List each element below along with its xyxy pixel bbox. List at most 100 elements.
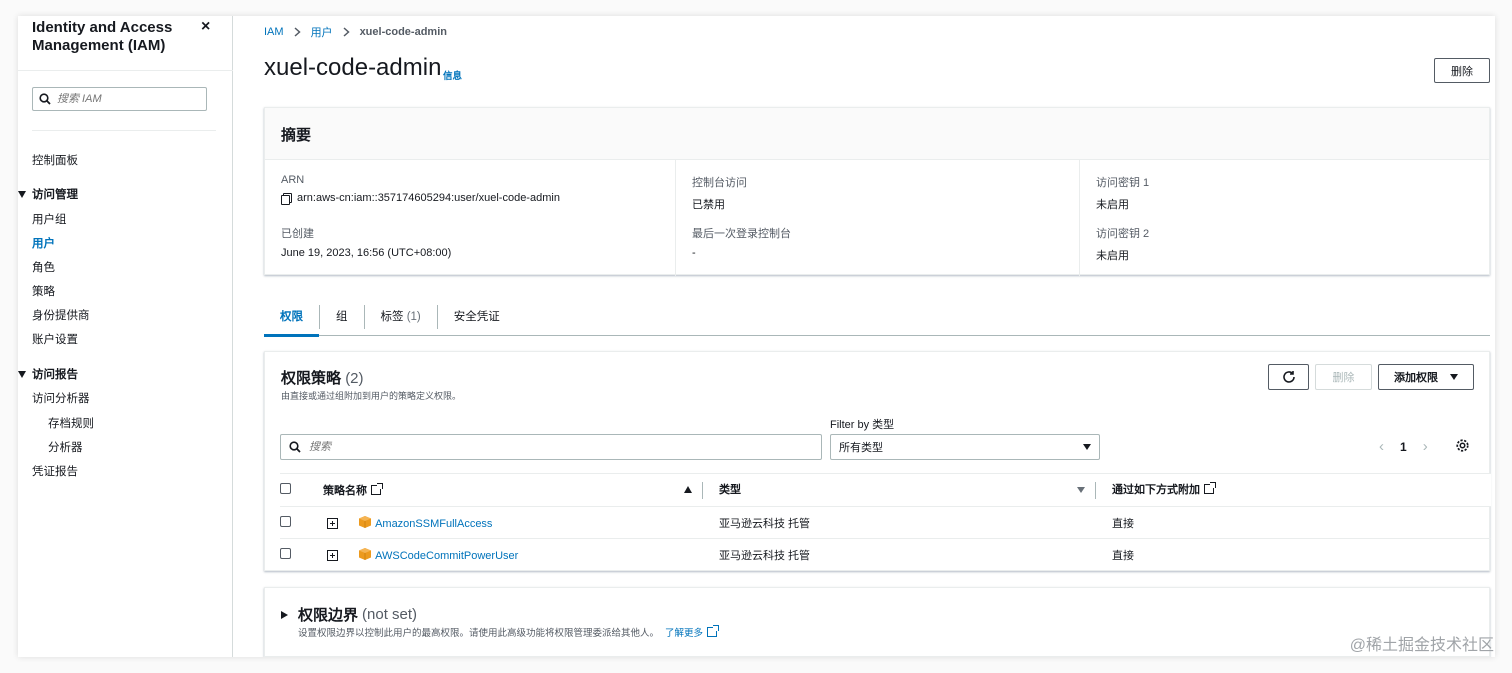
created-label: 已创建 [281,228,314,240]
aws-managed-policy-icon [359,547,372,560]
caret-down-icon [1083,444,1091,450]
learn-more-link[interactable]: 了解更多 [665,625,720,639]
summary-title: 摘要 [265,108,1489,160]
policy-name-cell: AWSCodeCommitPowerUser [323,538,702,571]
expand-icon[interactable] [327,518,338,530]
select-all-checkbox[interactable] [280,483,291,494]
policy-search-input[interactable] [309,441,809,453]
pagination: ‹ 1 › [1379,438,1428,455]
tab-label: 权限 [280,310,303,323]
add-permissions-button[interactable]: 添加权限 [1378,364,1474,390]
policies-subtitle: 由直接或通过组附加到用户的策略定义权限。 [281,391,462,401]
sidebar-item-roles[interactable]: 角色 [32,259,55,275]
tab-groups[interactable]: 组 [319,304,364,329]
delete-user-button[interactable]: 删除 [1434,58,1490,83]
sidebar-item-account-settings[interactable]: 账户设置 [32,331,78,347]
permissions-boundary-panel: 权限边界 (not set) 设置权限边界以控制此用户的最高权限。请使用此高级功… [264,587,1490,657]
breadcrumb-iam[interactable]: IAM [264,26,284,38]
sidebar-item-policies[interactable]: 策略 [32,283,55,299]
breadcrumb: IAM 用户 xuel-code-admin [264,24,447,40]
filter-label: Filter by 类型 [830,419,895,431]
type-filter-value: 所有类型 [839,442,883,454]
sidebar-item-user-groups[interactable]: 用户组 [32,211,67,227]
summary-column-3: 访问密钥 1 未启用 访问密钥 2 未启用 [1079,160,1489,276]
sidebar-section-access-management[interactable]: 访问管理 [18,186,78,202]
summary-column-2: 控制台访问 已禁用 最后一次登录控制台 - [675,160,1079,276]
tab-label: 标签 [380,310,404,323]
remove-policy-button[interactable]: 删除 [1315,364,1372,390]
table-row[interactable]: AWSCodeCommitPowerUser 亚马逊云科技 托管 直接 [280,538,1491,571]
sort-icon[interactable] [1077,487,1085,493]
refresh-icon [1282,371,1295,383]
sidebar-item-archive-rules[interactable]: 存档规则 [48,415,94,431]
policy-name-link[interactable]: AWSCodeCommitPowerUser [375,550,518,562]
sidebar-search-input[interactable] [57,93,197,105]
caret-down-icon [1450,374,1458,380]
section-label: 访问管理 [32,189,78,201]
sidebar-item-dashboard[interactable]: 控制面板 [32,152,78,168]
permissions-policies-panel: 权限策略 (2) 由直接或通过组附加到用户的策略定义权限。 删除 添加权限 Fi… [264,351,1491,571]
table-row[interactable]: AmazonSSMFullAccess 亚马逊云科技 托管 直接 [280,506,1491,539]
current-page[interactable]: 1 [1400,440,1407,454]
sidebar-item-credential-report[interactable]: 凭证报告 [32,463,78,479]
tab-tags[interactable]: 标签 (1) [363,304,437,329]
copy-icon[interactable] [281,192,292,205]
sort-ascending-icon[interactable] [684,486,692,493]
column-policy-name[interactable]: 策略名称 [323,473,702,507]
policies-title-text: 权限策略 [281,370,342,387]
prev-page-icon[interactable]: ‹ [1379,438,1384,455]
column-type[interactable]: 类型 [702,473,1095,507]
close-icon[interactable]: × [201,18,210,36]
tab-label: 安全凭证 [453,310,500,323]
sidebar-title: Identity and Access Management (IAM) [32,19,173,54]
row-checkbox[interactable] [280,515,291,527]
row-select-cell [280,506,323,539]
chevron-right-icon [294,27,301,37]
aws-managed-policy-icon [359,515,372,528]
tab-bar: 权限 组 标签 (1) 安全凭证 [264,298,1490,337]
sidebar-section-access-reports[interactable]: 访问报告 [18,366,78,382]
next-page-icon[interactable]: › [1423,438,1428,455]
app-window: Identity and Access Management (IAM) × 控… [18,16,1495,657]
column-type-header: 类型 [702,481,1095,499]
sidebar-item-analyzers[interactable]: 分析器 [48,439,83,455]
row-select-cell [280,538,323,571]
info-link[interactable]: 信息 [443,68,462,82]
policy-type: 亚马逊云科技 托管 [702,538,1095,571]
section-label: 访问报告 [32,369,78,381]
tab-permissions[interactable]: 权限 [264,305,319,337]
caret-down-icon [18,371,26,379]
gear-icon[interactable] [1455,438,1470,453]
sidebar-item-identity-providers[interactable]: 身份提供商 [32,307,90,323]
caret-right-icon [281,610,288,619]
boundary-status: (not set) [362,606,418,623]
policy-name-link[interactable]: AmazonSSMFullAccess [375,518,492,530]
main-content: IAM 用户 xuel-code-admin xuel-code-admin 信… [234,16,1495,657]
search-icon [289,441,301,453]
tab-security-credentials[interactable]: 安全凭证 [436,304,516,329]
policy-search[interactable] [280,434,822,460]
sidebar-item-users[interactable]: 用户 [32,235,55,251]
expand-icon[interactable] [327,550,338,562]
type-filter-select[interactable]: 所有类型 [830,434,1100,460]
last-login-label: 最后一次登录控制台 [692,228,791,240]
sidebar-search[interactable] [32,87,207,111]
row-checkbox[interactable] [280,547,291,559]
policy-attached-via: 直接 [1095,538,1491,571]
tab-label: 组 [336,310,348,323]
tab-count: (1) [406,310,421,323]
access-key-1-value: 未启用 [1096,199,1129,211]
watermark: @稀土掘金技术社区 [1349,637,1494,654]
refresh-button[interactable] [1268,364,1309,390]
table-header-row: 策略名称 类型 通过如下方式附加 [280,473,1491,507]
boundary-toggle[interactable]: 权限边界 (not set) [281,604,417,625]
chevron-right-icon [343,27,350,37]
policy-type: 亚马逊云科技 托管 [702,506,1095,539]
arn-label: ARN [281,174,305,186]
column-attached-via[interactable]: 通过如下方式附加 [1095,473,1491,507]
divider [32,130,216,131]
console-access-value: 已禁用 [692,199,725,211]
sidebar-item-access-analyzer[interactable]: 访问分析器 [32,390,90,406]
breadcrumb-users[interactable]: 用户 [311,24,333,40]
page-title: xuel-code-admin [264,54,442,81]
